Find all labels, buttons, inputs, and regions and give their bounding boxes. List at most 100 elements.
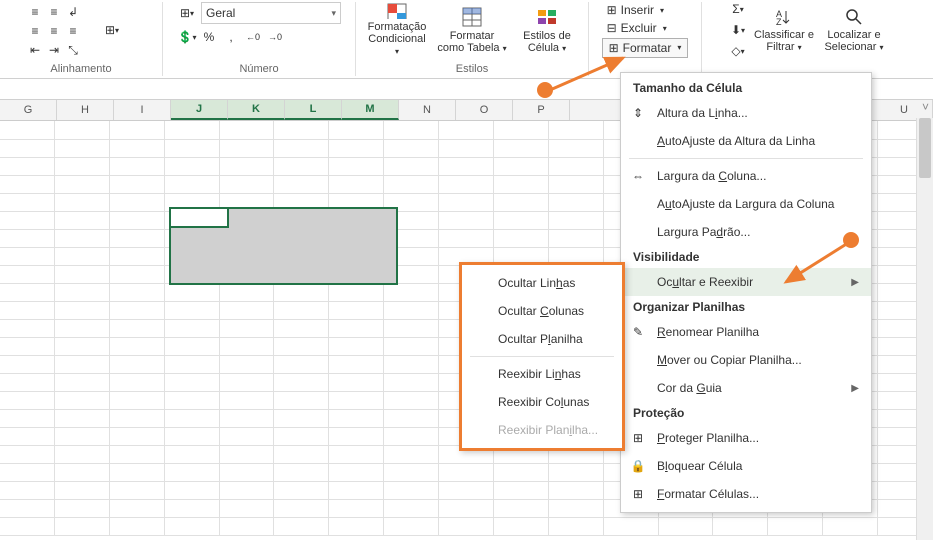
cell[interactable] (439, 157, 494, 176)
clear-btn[interactable]: ◇▾ (728, 41, 748, 61)
cell[interactable] (439, 463, 494, 482)
cell[interactable] (55, 211, 110, 230)
cell[interactable] (329, 409, 384, 428)
cell[interactable] (549, 517, 604, 536)
cell[interactable] (384, 337, 439, 356)
cell[interactable] (110, 337, 165, 356)
cell[interactable] (165, 409, 220, 428)
cell[interactable] (110, 391, 165, 410)
cell[interactable] (55, 157, 110, 176)
cell[interactable] (55, 139, 110, 158)
menu-autofit-col[interactable]: AutoAjuste da Largura da Coluna (621, 190, 871, 218)
cell[interactable] (110, 247, 165, 266)
cell[interactable] (0, 319, 55, 338)
cell[interactable] (55, 337, 110, 356)
cell[interactable] (110, 409, 165, 428)
align-left-btn[interactable]: ≡ (25, 21, 45, 41)
decrease-indent-btn[interactable]: ⇤ (25, 40, 45, 60)
cell[interactable] (329, 337, 384, 356)
cell[interactable] (165, 499, 220, 518)
menu-row-height[interactable]: ⇕ Altura da Linha... (621, 99, 871, 127)
cell[interactable] (55, 373, 110, 392)
cell[interactable] (110, 121, 165, 140)
number-format-combo[interactable]: Geral ▾ (201, 2, 341, 24)
cell[interactable] (55, 391, 110, 410)
cell[interactable] (165, 517, 220, 536)
cell[interactable] (494, 175, 549, 194)
cell[interactable] (165, 139, 220, 158)
cell[interactable] (549, 193, 604, 212)
cell[interactable] (55, 283, 110, 302)
cell[interactable] (220, 391, 275, 410)
cell[interactable] (274, 409, 329, 428)
cell[interactable] (165, 427, 220, 446)
cell[interactable] (220, 427, 275, 446)
cell[interactable] (220, 139, 275, 158)
cell[interactable] (110, 319, 165, 338)
cell[interactable] (220, 517, 275, 536)
autosum-btn[interactable]: Σ▾ (728, 0, 748, 19)
cell[interactable] (329, 427, 384, 446)
cell[interactable] (384, 499, 439, 518)
cell[interactable] (329, 319, 384, 338)
cell[interactable] (220, 175, 275, 194)
cell[interactable] (55, 301, 110, 320)
cell[interactable] (165, 373, 220, 392)
cell[interactable] (0, 427, 55, 446)
menu-protect-sheet[interactable]: ⊞ Proteger Planilha... (621, 424, 871, 452)
submenu-unhide-cols[interactable]: Reexibir Colunas (462, 388, 622, 416)
cell[interactable] (274, 121, 329, 140)
cell[interactable] (439, 211, 494, 230)
merge-btn[interactable]: ⊞ ▾ (87, 20, 137, 40)
cell[interactable] (0, 481, 55, 500)
sort-filter-btn[interactable]: AZ Classificar e Filtrar ▾ (750, 1, 818, 59)
align-top-btn[interactable]: ≡ (25, 2, 45, 22)
cell[interactable] (55, 481, 110, 500)
cell[interactable] (165, 319, 220, 338)
cell[interactable] (274, 481, 329, 500)
cell[interactable] (165, 121, 220, 140)
cell[interactable] (220, 445, 275, 464)
cell[interactable] (274, 463, 329, 482)
cell[interactable] (823, 517, 878, 536)
submenu-hide-sheet[interactable]: Ocultar Planilha (462, 325, 622, 353)
cell[interactable] (110, 157, 165, 176)
cell[interactable] (274, 391, 329, 410)
cell[interactable] (494, 139, 549, 158)
conditional-formatting-btn[interactable]: Formatação Condicional ▾ (363, 1, 431, 59)
cell[interactable] (494, 517, 549, 536)
cell[interactable] (110, 193, 165, 212)
cell[interactable] (494, 499, 549, 518)
cell[interactable] (0, 157, 55, 176)
cell[interactable] (329, 301, 384, 320)
cell[interactable] (384, 409, 439, 428)
cell[interactable] (165, 175, 220, 194)
cell[interactable] (55, 409, 110, 428)
cell[interactable] (220, 121, 275, 140)
cell[interactable] (274, 319, 329, 338)
cell[interactable] (220, 319, 275, 338)
cell[interactable] (384, 319, 439, 338)
cell[interactable] (0, 301, 55, 320)
cell[interactable] (329, 283, 384, 302)
col-header[interactable]: H (57, 100, 114, 120)
cell[interactable] (329, 355, 384, 374)
cell[interactable] (0, 391, 55, 410)
cell[interactable] (384, 481, 439, 500)
menu-rename-sheet[interactable]: ✎ Renomear Planilha (621, 318, 871, 346)
cell[interactable] (329, 139, 384, 158)
cell[interactable] (165, 337, 220, 356)
cell[interactable] (384, 121, 439, 140)
cell[interactable] (384, 283, 439, 302)
cell[interactable] (713, 517, 768, 536)
submenu-hide-rows[interactable]: Ocultar Linhas (462, 269, 622, 297)
cell[interactable] (110, 211, 165, 230)
cell[interactable] (55, 427, 110, 446)
cell[interactable] (55, 445, 110, 464)
decrease-decimal-btn[interactable]: →0 (265, 27, 285, 47)
cell[interactable] (55, 265, 110, 284)
cell[interactable] (55, 247, 110, 266)
cell[interactable] (165, 463, 220, 482)
cell[interactable] (0, 463, 55, 482)
cell[interactable] (439, 229, 494, 248)
